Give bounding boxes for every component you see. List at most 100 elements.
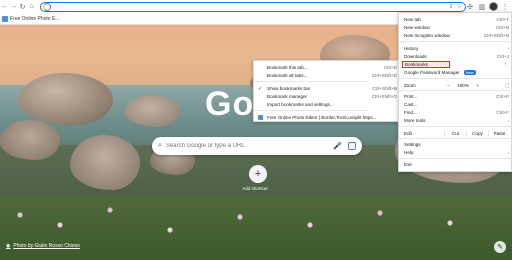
edit-label: Edit <box>404 130 412 136</box>
google-g-icon <box>43 2 51 11</box>
menu-divider <box>399 78 512 79</box>
menu-item-label: More tools <box>404 118 426 123</box>
show-bookmarks-bar-item[interactable]: ✓ Show bookmarks bar Ctrl+Shift+B <box>254 85 401 92</box>
menu-item-label: Show bookmarks bar <box>267 86 311 91</box>
zoom-in-button[interactable]: + <box>472 83 484 88</box>
bookmark-all-tabs-item[interactable]: Bookmark all tabs... Ctrl+Shift+D <box>254 72 401 79</box>
forward-icon[interactable]: → <box>9 1 18 12</box>
new-tab-item[interactable]: New tab Ctrl+T <box>399 16 512 23</box>
menu-item-shortcut: Ctrl+F <box>496 110 509 115</box>
chevron-right-icon: › <box>507 150 509 155</box>
photo-credit[interactable]: ◉ Photo by Giulio Rosso Chioso <box>6 243 80 249</box>
address-input[interactable] <box>54 2 449 11</box>
menu-item-label: New window <box>404 25 430 30</box>
add-shortcut[interactable]: + Add shortcut <box>242 165 273 191</box>
customize-pencil-icon[interactable]: ✎ <box>494 241 506 253</box>
menu-divider <box>399 126 512 127</box>
bookmarks-item[interactable]: Bookmarks <box>402 61 450 68</box>
chrome-menu: New tab Ctrl+T New window Ctrl+N New Inc… <box>398 12 512 172</box>
profile-avatar[interactable] <box>489 2 498 11</box>
menu-item-label: New tab <box>404 17 421 22</box>
chevron-right-icon: › <box>507 46 509 51</box>
menu-item-shortcut: Ctrl+D <box>383 65 397 70</box>
menu-divider <box>399 138 512 139</box>
menu-divider <box>254 81 368 82</box>
menu-item-label: Exit <box>404 162 412 167</box>
google-logo: Go <box>205 85 255 123</box>
menu-item-label: Settings <box>404 142 421 147</box>
camera-icon: ◉ <box>6 243 11 249</box>
cut-button[interactable]: Cut <box>444 129 466 137</box>
check-icon: ✓ <box>258 85 263 92</box>
print-item[interactable]: Print... Ctrl+P <box>399 93 512 100</box>
bookmark-manager-item[interactable]: Bookmark manager Ctrl+Shift+O <box>254 93 401 100</box>
menu-item-shortcut: Ctrl+N <box>495 25 509 30</box>
menu-item-label: Downloads <box>404 54 427 59</box>
bookmark-entry-item[interactable]: Free Online Photo Editor | Border,Tools,… <box>254 114 401 121</box>
reload-icon[interactable]: ↻ <box>18 1 27 12</box>
menu-item-label: Bookmarks <box>405 62 428 67</box>
bookmark-favicon-icon <box>258 115 263 120</box>
menu-icon[interactable]: ⋮ <box>500 1 510 12</box>
search-input[interactable] <box>165 143 334 149</box>
flowers <box>0 195 512 260</box>
lens-icon[interactable] <box>348 142 356 150</box>
home-icon[interactable]: ⌂ <box>27 1 36 12</box>
back-icon[interactable]: ← <box>0 1 9 12</box>
rock <box>70 135 140 190</box>
cast-item[interactable]: Cast... <box>399 101 512 108</box>
menu-item-shortcut: Ctrl+T <box>496 17 509 22</box>
menu-item-label: Help <box>404 150 414 155</box>
extensions-icon[interactable]: ✣ <box>465 1 475 12</box>
bookmark-item-label: Free Online Photo E... <box>10 15 60 22</box>
history-item[interactable]: History › <box>399 45 512 52</box>
search-icon: ⌕ <box>158 142 162 149</box>
bookmarks-submenu: Bookmark this tab... Ctrl+D Bookmark all… <box>253 60 400 122</box>
exit-item[interactable]: Exit <box>399 161 512 168</box>
rock <box>0 120 60 160</box>
mic-icon[interactable]: 🎤 <box>333 142 342 150</box>
search-box[interactable]: ⌕ 🎤 <box>152 137 362 155</box>
edit-row: Edit Cut Copy Paste <box>399 129 512 137</box>
downloads-item[interactable]: Downloads Ctrl+J <box>399 53 512 60</box>
menu-item-label: Google Password Manager <box>404 70 460 75</box>
menu-item-label: Print... <box>404 94 418 99</box>
menu-item-label: Find... <box>404 110 417 115</box>
menu-divider <box>399 158 512 159</box>
bookmark-this-tab-item[interactable]: Bookmark this tab... Ctrl+D <box>254 64 401 71</box>
menu-item-shortcut: Ctrl+Shift+O <box>371 94 397 99</box>
chevron-right-icon: › <box>507 118 509 123</box>
chevron-right-icon: › <box>504 61 506 67</box>
new-window-item[interactable]: New window Ctrl+N <box>399 24 512 31</box>
zoom-out-button[interactable]: − <box>443 83 455 88</box>
paste-button[interactable]: Paste <box>488 129 510 137</box>
menu-item-label: Import bookmarks and settings... <box>267 102 334 107</box>
new-incognito-item[interactable]: New Incognito window Ctrl+Shift+N <box>399 32 512 39</box>
menu-item-label: Cast... <box>404 102 418 107</box>
menu-item-label: History <box>404 46 419 51</box>
fullscreen-icon[interactable]: ⛶ <box>501 83 512 88</box>
side-panel-icon[interactable]: ▥ <box>477 1 487 12</box>
copy-button[interactable]: Copy <box>466 129 488 137</box>
find-item[interactable]: Find... Ctrl+F <box>399 109 512 116</box>
menu-item-shortcut: Ctrl+Shift+B <box>372 86 397 91</box>
share-icon[interactable]: ⇪ <box>449 3 454 10</box>
zoom-value: 100% <box>457 82 469 88</box>
import-bookmarks-item[interactable]: Import bookmarks and settings... <box>254 101 401 108</box>
menu-item-label: Bookmark this tab... <box>267 65 308 70</box>
add-shortcut-label: Add shortcut <box>242 186 268 191</box>
more-tools-item[interactable]: More tools › <box>399 117 512 124</box>
menu-divider <box>399 41 512 42</box>
password-manager-item[interactable]: Google Password Manager New <box>399 69 512 76</box>
plus-icon[interactable]: + <box>249 165 267 183</box>
address-bar[interactable]: ⇪ ☆ <box>40 1 466 12</box>
photo-credit-link[interactable]: Photo by Giulio Rosso Chioso <box>13 243 79 249</box>
bookmark-star-icon[interactable]: ☆ <box>457 3 462 10</box>
menu-item-shortcut: Ctrl+J <box>496 54 509 59</box>
menu-item-label: Bookmark all tabs... <box>267 73 308 78</box>
help-item[interactable]: Help › <box>399 149 512 156</box>
settings-item[interactable]: Settings <box>399 141 512 148</box>
bookmark-item[interactable]: Free Online Photo E... <box>2 15 60 22</box>
menu-item-label: Bookmark manager <box>267 94 308 99</box>
rock <box>18 73 113 125</box>
